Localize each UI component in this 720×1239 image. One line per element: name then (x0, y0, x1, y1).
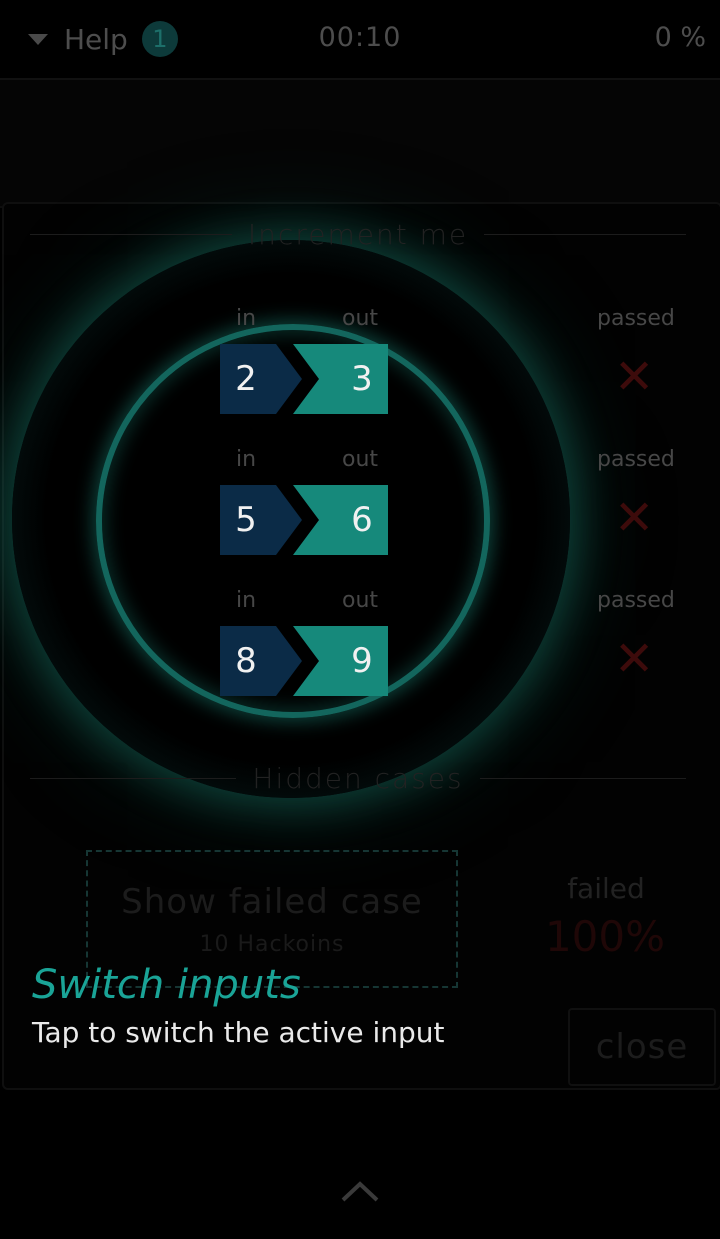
failed-percent: 100% (544, 912, 666, 961)
output-value: 6 (351, 500, 373, 540)
puzzle-title: Increment me (30, 218, 686, 251)
cross-icon: ✕ (614, 631, 655, 687)
puzzle-title-text: Increment me (247, 218, 469, 251)
progress-percent: 0 % (654, 22, 706, 53)
show-failed-cost: 10 Hackoins (199, 932, 345, 957)
tip-body: Tap to switch the active input (32, 1016, 445, 1049)
show-failed-label: Show failed case (121, 882, 423, 922)
input-arrow (276, 485, 302, 555)
close-button[interactable]: close (568, 1008, 716, 1086)
case-2-out-label: out (342, 447, 379, 472)
case-3-passed-label: passed (597, 588, 675, 613)
hidden-cases-title: Hidden cases (30, 762, 686, 795)
case-3-in-label: in (236, 588, 257, 613)
case-2-in-label: in (236, 447, 257, 472)
case-1-in-label: in (236, 306, 257, 331)
timer: 00:10 (318, 22, 402, 53)
top-bar: Help 1 00:10 0 % (0, 0, 720, 78)
case-1-out-label: out (342, 306, 379, 331)
divider (30, 778, 237, 779)
case-2-passed-label: passed (597, 447, 675, 472)
help-label: Help (64, 22, 128, 56)
output-value: 9 (351, 641, 373, 681)
tip-title: Switch inputs (32, 962, 301, 1008)
case-3-out-label: out (342, 588, 379, 613)
cross-icon: ✕ (614, 349, 655, 405)
caret-down-icon (28, 33, 48, 45)
help-menu[interactable]: Help 1 (28, 18, 178, 60)
case-1-passed-label: passed (597, 306, 675, 331)
code-strip (0, 78, 720, 208)
divider (479, 778, 686, 779)
output-value: 3 (351, 359, 373, 399)
help-badge: 1 (141, 21, 178, 57)
divider (30, 234, 232, 235)
cross-icon: ✕ (614, 490, 655, 546)
chevron-up-icon[interactable] (340, 1178, 380, 1204)
input-arrow (276, 344, 302, 414)
divider (484, 234, 686, 235)
failed-label: failed (567, 872, 645, 905)
input-value: 8 (235, 641, 257, 681)
input-value: 5 (235, 500, 257, 540)
input-value: 2 (235, 359, 257, 399)
input-arrow (276, 626, 302, 696)
hidden-cases-title-text: Hidden cases (252, 762, 464, 795)
